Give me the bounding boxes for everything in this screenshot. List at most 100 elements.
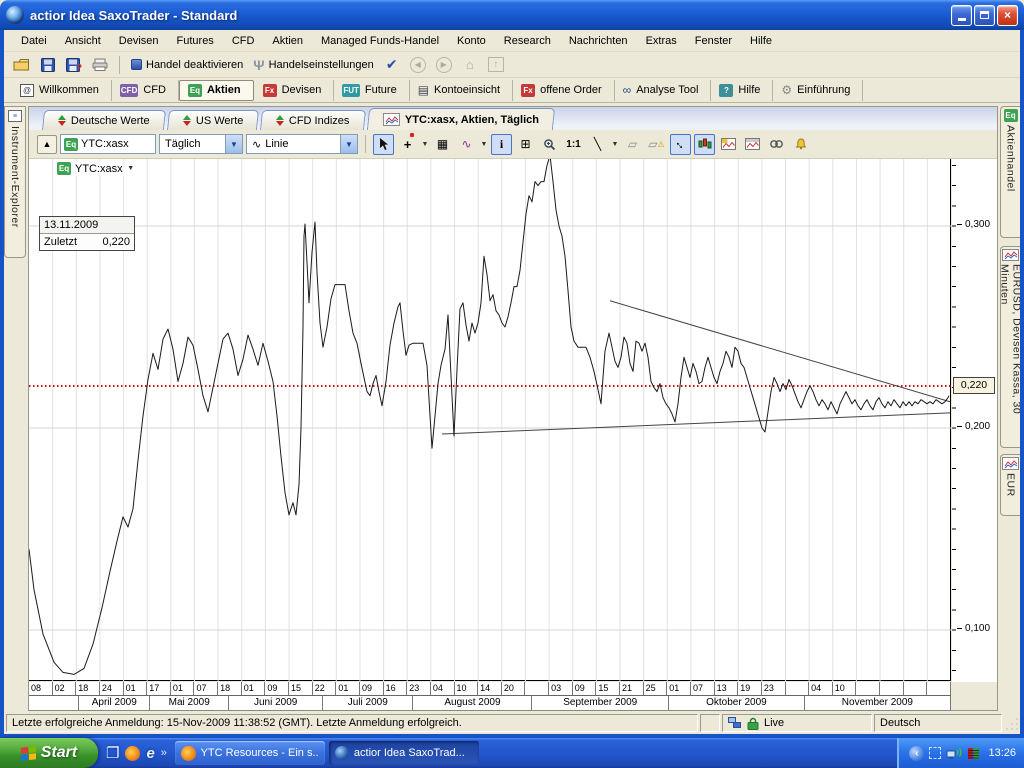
dock-tab-eurusd-devisen-kassa-30-minuten[interactable]: EURUSD, Devisen Kassa, 30 Minuten [1000, 246, 1020, 448]
chart-tab-ytc-xasx-aktien-t-glich[interactable]: YTC:xasx, Aktien, Täglich [367, 108, 555, 130]
language-field[interactable]: Deutsch [874, 714, 1002, 732]
trendline-tool-button[interactable]: ╲ [587, 134, 608, 155]
x-axis-day: 10 [833, 682, 857, 695]
module-tab-cfd[interactable]: CFDCFD [112, 80, 179, 101]
chart-tab-cfd-indizes[interactable]: CFD Indizes [260, 110, 366, 130]
menu-item-ansicht[interactable]: Ansicht [56, 33, 110, 49]
ie-icon[interactable]: e [146, 745, 154, 762]
equity-badge-icon: Eq [1004, 109, 1018, 122]
module-tab-analyse-tool[interactable]: ∞Analyse Tool [615, 80, 712, 101]
save-button[interactable] [37, 54, 59, 76]
chart-template-button[interactable] [718, 134, 739, 155]
menu-item-devisen[interactable]: Devisen [110, 33, 168, 49]
sidebar-tab-instrument-explorer[interactable]: ≡ Instrument-Explorer [4, 106, 26, 258]
resize-grip[interactable] [1004, 714, 1018, 732]
module-tab-willkommen[interactable]: @Willkommen [12, 80, 112, 101]
link-charts-button[interactable] [766, 134, 787, 155]
indicator-tool-button[interactable]: ∿ [456, 134, 477, 155]
open-button[interactable] [10, 54, 33, 76]
firefox-icon[interactable] [125, 746, 140, 761]
close-button[interactable]: × [997, 5, 1018, 26]
grid-toggle-button[interactable]: ▦ [432, 134, 453, 155]
eraser-all-button[interactable]: ▱⚠ [646, 134, 667, 155]
chart-plot-area[interactable]: Eq YTC:xasx ▼ 13.11.2009 Zuletzt 0,220 [29, 159, 951, 681]
price-line [29, 159, 949, 674]
module-tab-offene-order[interactable]: Fxoffene Order [513, 80, 615, 101]
dock-tab-aktienhandel[interactable]: EqAktienhandel [1000, 106, 1020, 238]
market-monitor-icon[interactable] [967, 747, 980, 760]
forward-button[interactable]: ▶ [433, 54, 455, 76]
module-tab-einf-hrung[interactable]: ⚙Einführung [773, 80, 863, 101]
menu-item-konto[interactable]: Konto [448, 33, 495, 49]
menu-item-datei[interactable]: Datei [12, 33, 56, 49]
menu-item-nachrichten[interactable]: Nachrichten [560, 33, 637, 49]
info-tool-button[interactable]: i [491, 134, 512, 155]
x-axis-months[interactable]: April 2009Mai 2009Juni 2009Juli 2009Augu… [29, 696, 951, 711]
menu-item-futures[interactable]: Futures [168, 33, 223, 49]
x-axis-days[interactable]: 0802182401170107180109152201091623041014… [29, 682, 951, 696]
x-axis-day: 17 [147, 682, 171, 695]
x-axis-day: 01 [242, 682, 266, 695]
period-select[interactable]: Täglich ▼ [159, 134, 243, 154]
zoom-reset-button[interactable]: 1:1 [563, 134, 584, 155]
cfd-icon: CFD [120, 84, 138, 97]
zoom-in-button[interactable] [539, 134, 560, 155]
taskbar-button-actior-idea-saxotrad[interactable]: actior Idea SaxoTrad... [329, 741, 479, 765]
eraser-button[interactable]: ▱ [622, 134, 643, 155]
lock-icon [747, 717, 759, 730]
menu-item-aktien[interactable]: Aktien [263, 33, 312, 49]
pointer-tool-button[interactable] [373, 134, 394, 155]
menu-item-research[interactable]: Research [495, 33, 560, 49]
indicator-dropdown-icon[interactable]: ▼ [480, 141, 488, 148]
module-tab-aktien[interactable]: EqAktien [179, 80, 254, 101]
y-axis[interactable]: 0,3000,2000,100 0,220 [952, 159, 997, 682]
menu-item-extras[interactable]: Extras [637, 33, 686, 49]
trade-disable-button[interactable]: Handel deaktivieren [128, 54, 246, 76]
menu-item-managed-funds-handel[interactable]: Managed Funds-Handel [312, 33, 448, 49]
fut-icon: FUT [342, 84, 360, 97]
confirm-button[interactable]: ✔ [381, 54, 403, 76]
trendline-dropdown-icon[interactable]: ▼ [611, 141, 619, 148]
fit-scale-button[interactable]: ↔ [670, 134, 691, 155]
alert-bell-button[interactable] [790, 134, 811, 155]
collapse-button[interactable]: ▲ [37, 135, 57, 154]
x-axis-day: 09 [573, 682, 597, 695]
chart-tab-us-werte[interactable]: US Werte [167, 110, 260, 130]
chart-copy-button[interactable] [742, 134, 763, 155]
module-tab-kontoeinsicht[interactable]: ▤Kontoeinsicht [410, 80, 513, 101]
chart-tab-label: US Werte [196, 115, 243, 127]
crosshair-dropdown-icon[interactable]: ▼ [421, 141, 429, 148]
dock-tab-eur[interactable]: EUR [1000, 454, 1020, 516]
restore-button[interactable] [974, 5, 995, 26]
quick-launch-overflow-icon[interactable]: » [161, 747, 167, 759]
chart-tab-deutsche-werte[interactable]: Deutsche Werte [42, 110, 166, 130]
menu-item-cfd[interactable]: CFD [223, 33, 264, 49]
home-button[interactable]: ⌂ [459, 54, 481, 76]
candlestick-overlay-button[interactable] [694, 134, 715, 155]
crosshair-tool-button[interactable]: + [397, 134, 418, 155]
back-button[interactable]: ◀ [407, 54, 429, 76]
chart-legend[interactable]: Eq YTC:xasx ▼ [55, 161, 137, 176]
network-signal-icon[interactable] [946, 747, 962, 760]
up-button[interactable]: ↑ [485, 54, 507, 76]
module-tab-hilfe[interactable]: ?Hilfe [711, 80, 773, 101]
print-button[interactable] [89, 54, 111, 76]
menu-item-hilfe[interactable]: Hilfe [741, 33, 781, 49]
style-select[interactable]: ∿Linie ▼ [246, 134, 358, 154]
save-as-button[interactable]: ? [63, 54, 85, 76]
y-axis-label: 0,100 [957, 623, 990, 634]
menu-item-fenster[interactable]: Fenster [686, 33, 741, 49]
start-button[interactable]: Start [0, 738, 98, 768]
minimize-button[interactable] [951, 5, 972, 26]
ie-desktop-icon[interactable]: ❐ [106, 744, 119, 762]
module-tab-devisen[interactable]: FxDevisen [255, 80, 335, 101]
detach-window-button[interactable]: ⊞ [515, 134, 536, 155]
symbol-input[interactable]: Eq YTC:xasx [60, 134, 156, 154]
tray-app-icon[interactable] [929, 747, 941, 759]
module-tab-future[interactable]: FUTFuture [334, 80, 409, 101]
trade-settings-button[interactable]: Ψ Handelseinstellungen [250, 54, 377, 76]
legend-dropdown-icon[interactable]: ▼ [127, 165, 135, 172]
taskbar: Start ❐ e » YTC Resources - Ein s...acti… [0, 738, 1024, 768]
tray-collapse-icon[interactable]: ‹ [909, 746, 924, 761]
taskbar-button-ytc-resources-ein-s[interactable]: YTC Resources - Ein s... [175, 741, 325, 765]
